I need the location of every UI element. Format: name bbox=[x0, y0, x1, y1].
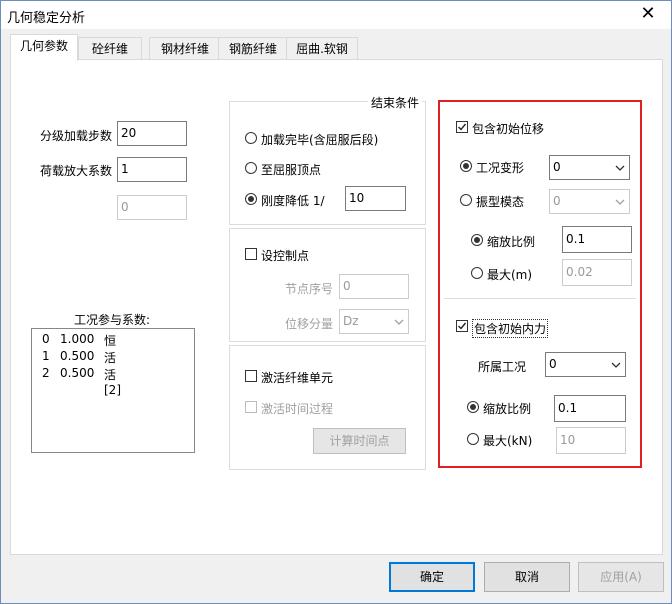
node-input: 0 bbox=[339, 274, 409, 299]
case-deform-select[interactable]: 0 bbox=[549, 155, 630, 180]
scale-input[interactable]: 0.1 bbox=[562, 226, 632, 253]
belong-case-label: 所属工况 bbox=[478, 360, 527, 374]
dialog-title: 几何稳定分析 bbox=[7, 11, 86, 26]
chevron-down-icon bbox=[615, 165, 625, 171]
max-kn-label[interactable]: 最大(kN) bbox=[483, 432, 532, 449]
cases-title: 工况参与系数: bbox=[74, 313, 151, 327]
load-done-radio[interactable] bbox=[245, 132, 257, 144]
control-point-label[interactable]: 设控制点 bbox=[261, 247, 309, 264]
case-deform-label[interactable]: 工况变形 bbox=[476, 159, 524, 176]
activate-time-label: 激活时间过程 bbox=[261, 402, 334, 416]
init-disp-label[interactable]: 包含初始位移 bbox=[472, 120, 544, 137]
calc-time-button: 计算时间点 bbox=[313, 428, 406, 454]
control-point-checkbox[interactable] bbox=[245, 248, 257, 260]
scale-radio[interactable] bbox=[471, 234, 483, 246]
init-force-label[interactable]: 包含初始内力 bbox=[472, 319, 549, 338]
activate-checkbox[interactable] bbox=[245, 370, 257, 382]
scale2-input[interactable]: 0.1 bbox=[554, 395, 626, 422]
case-deform-radio[interactable] bbox=[460, 160, 472, 172]
disp-select: Dz bbox=[339, 309, 409, 334]
node-label: 节点序号 bbox=[285, 282, 334, 296]
scale2-radio[interactable] bbox=[467, 401, 479, 413]
belong-case-select[interactable]: 0 bbox=[545, 352, 626, 377]
stiffness-label[interactable]: 刚度降低 1/ bbox=[261, 192, 325, 209]
tab-concrete-fiber[interactable]: 砼纤维 bbox=[78, 37, 142, 60]
stiffness-radio[interactable] bbox=[245, 193, 257, 205]
amplify-input[interactable]: 1 bbox=[117, 157, 187, 182]
activate-label[interactable]: 激活纤维单元 bbox=[261, 369, 333, 386]
tab-steel-fiber[interactable]: 钢材纤维 bbox=[149, 37, 221, 60]
yield-top-label[interactable]: 至屈服顶点 bbox=[261, 161, 321, 178]
steps-input[interactable]: 20 bbox=[117, 121, 187, 146]
max-kn-radio[interactable] bbox=[467, 433, 479, 445]
scale-label[interactable]: 缩放比例 bbox=[487, 233, 535, 250]
title-bar: 几何稳定分析 ✕ bbox=[1, 1, 671, 29]
yield-top-radio[interactable] bbox=[245, 162, 257, 174]
scale2-label[interactable]: 缩放比例 bbox=[483, 400, 531, 417]
chevron-down-icon bbox=[611, 362, 621, 368]
section-divider bbox=[444, 298, 636, 299]
mode-select: 0 bbox=[549, 189, 630, 214]
max-kn-input: 10 bbox=[556, 427, 626, 454]
load-done-label[interactable]: 加载完毕(含屈服后段) bbox=[261, 131, 378, 148]
tab-buckling-soft-steel[interactable]: 屈曲.软钢 bbox=[286, 37, 358, 60]
init-disp-checkbox[interactable] bbox=[456, 121, 468, 133]
stiffness-input[interactable]: 10 bbox=[345, 186, 406, 211]
cancel-button[interactable]: 取消 bbox=[484, 562, 570, 592]
mode-label[interactable]: 振型模态 bbox=[476, 193, 524, 210]
close-icon[interactable]: ✕ bbox=[637, 4, 659, 24]
check-icon bbox=[458, 322, 467, 330]
chevron-down-icon bbox=[615, 199, 625, 205]
tab-geometry[interactable]: 几何参数 bbox=[10, 34, 78, 61]
max-m-label[interactable]: 最大(m) bbox=[487, 266, 532, 283]
init-force-checkbox[interactable] bbox=[456, 320, 468, 332]
steps-label: 分级加载步数 bbox=[40, 129, 113, 143]
amplify-label: 荷载放大系数 bbox=[40, 164, 113, 178]
ok-button[interactable]: 确定 bbox=[389, 562, 475, 592]
mode-radio[interactable] bbox=[460, 194, 472, 206]
apply-button: 应用(A) bbox=[578, 562, 664, 592]
disp-label: 位移分量 bbox=[285, 317, 334, 331]
tab-rebar-fiber[interactable]: 钢筋纤维 bbox=[218, 37, 288, 60]
max-m-input: 0.02 bbox=[562, 259, 632, 286]
check-icon bbox=[458, 123, 467, 131]
activate-time-checkbox bbox=[245, 401, 257, 413]
end-condition-title: 结束条件 bbox=[368, 94, 423, 111]
extra-input: 0 bbox=[117, 195, 187, 220]
max-m-radio[interactable] bbox=[471, 267, 483, 279]
chevron-down-icon bbox=[394, 319, 404, 325]
